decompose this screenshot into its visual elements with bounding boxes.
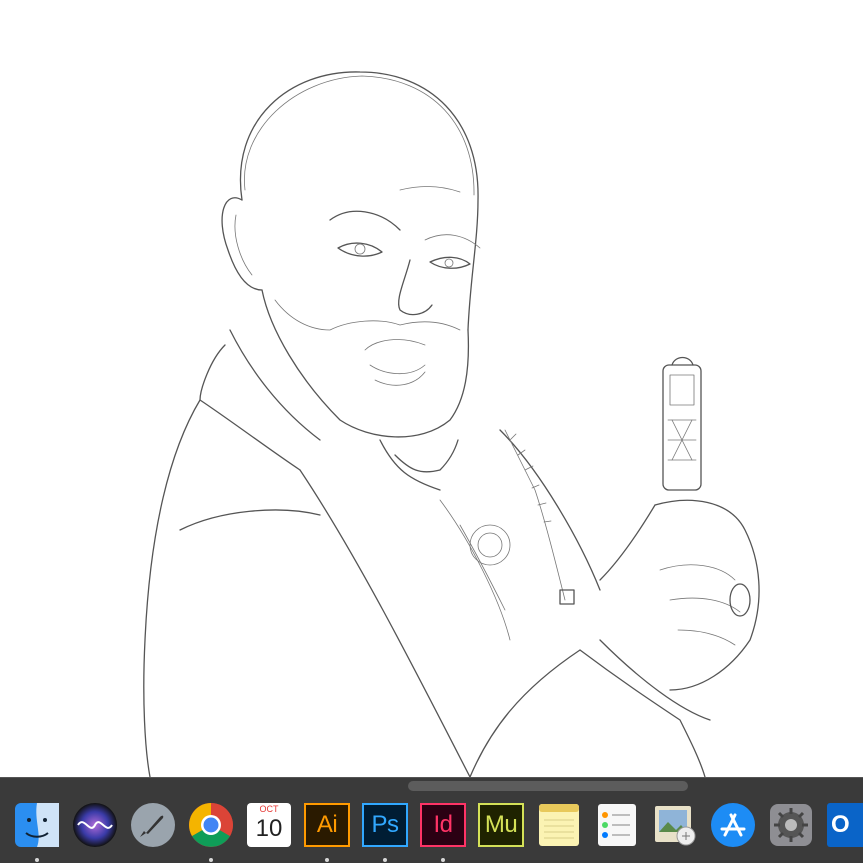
running-indicator — [209, 858, 213, 862]
calendar-icon: OCT 10 — [247, 803, 291, 847]
dock-item-notes[interactable] — [534, 800, 584, 850]
dock-item-illustrator[interactable]: Ai — [302, 800, 352, 862]
calendar-month: OCT — [259, 804, 279, 814]
app-store-icon — [711, 803, 755, 847]
system-preferences-icon — [770, 804, 812, 846]
dock-item-reminders[interactable] — [592, 800, 642, 850]
finder-icon — [15, 803, 59, 847]
dock: OCT 10 Ai Ps Id Mu O — [0, 777, 863, 863]
running-indicator — [35, 858, 39, 862]
photoshop-icon: Ps — [362, 803, 408, 847]
dock-item-system-preferences[interactable] — [766, 800, 816, 850]
running-indicator — [441, 858, 445, 862]
outlook-icon: O — [827, 803, 863, 847]
dock-item-outlook[interactable]: O — [824, 800, 863, 850]
dock-icon-row: OCT 10 Ai Ps Id Mu O — [0, 798, 863, 862]
dock-item-launchpad[interactable] — [128, 800, 178, 850]
dock-item-siri[interactable] — [70, 800, 120, 850]
dock-item-photoshop[interactable]: Ps — [360, 800, 410, 862]
indesign-icon: Id — [420, 803, 466, 847]
launchpad-icon — [131, 803, 175, 847]
running-indicator — [325, 858, 329, 862]
drawing-canvas[interactable] — [0, 0, 863, 777]
dock-scrollbar[interactable] — [408, 781, 688, 791]
dock-item-muse[interactable]: Mu — [476, 800, 526, 850]
dock-item-indesign[interactable]: Id — [418, 800, 468, 862]
chrome-icon — [189, 803, 233, 847]
preview-icon — [655, 806, 696, 846]
reminders-icon — [598, 804, 636, 846]
dock-item-finder[interactable] — [12, 800, 62, 862]
siri-icon — [73, 803, 117, 847]
dock-item-chrome[interactable] — [186, 800, 236, 862]
dock-item-app-store[interactable] — [708, 800, 758, 850]
running-indicator — [383, 858, 387, 862]
dock-item-preview[interactable] — [650, 800, 700, 850]
illustrator-icon: Ai — [304, 803, 350, 847]
dock-item-calendar[interactable]: OCT 10 — [244, 800, 294, 850]
muse-icon: Mu — [478, 803, 524, 847]
notes-icon — [539, 804, 579, 846]
calendar-day: 10 — [255, 815, 283, 842]
outlook-icon-letter: O — [831, 811, 850, 838]
sketch-drawing — [143, 71, 760, 777]
